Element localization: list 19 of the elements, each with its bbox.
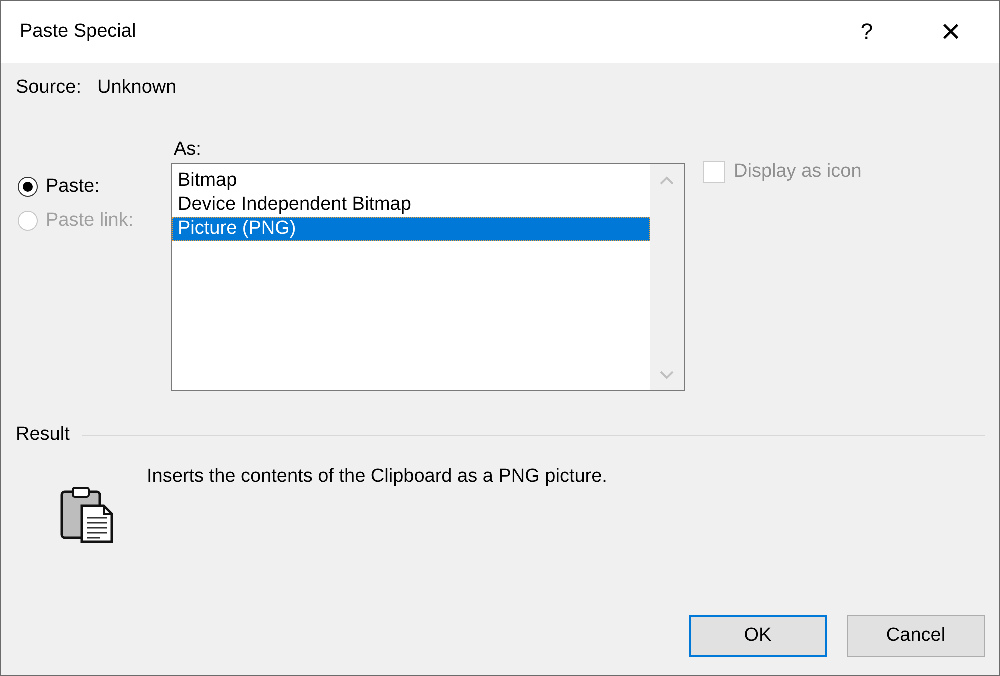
scroll-down-icon[interactable] xyxy=(660,371,674,380)
source-value: Unknown xyxy=(97,77,177,99)
result-label: Result xyxy=(16,424,70,446)
source-label: Source: xyxy=(16,77,82,99)
dialog-button[interactable]: OK xyxy=(689,615,827,657)
window-title: Paste Special xyxy=(20,21,138,43)
result-description: Inserts the contents of the Clipboard as a PNG picture. xyxy=(147,466,608,488)
scroll-up-icon[interactable] xyxy=(660,176,674,185)
as-label: As: xyxy=(174,139,202,161)
list-item[interactable]: Picture (PNG) xyxy=(172,217,650,241)
list-item[interactable]: Bitmap xyxy=(172,169,650,193)
scrollbar[interactable] xyxy=(650,164,684,390)
format-list[interactable]: Bitmap Device Independent Bitmap Picture (PNG) xyxy=(171,163,685,391)
dialog-button[interactable]: Cancel xyxy=(847,615,985,657)
close-button[interactable]: × xyxy=(931,12,971,52)
radio-option[interactable]: Paste: xyxy=(18,176,171,198)
clipboard-icon xyxy=(60,486,114,544)
help-button[interactable]: ? xyxy=(847,19,887,45)
list-item[interactable]: Device Independent Bitmap xyxy=(172,193,650,217)
